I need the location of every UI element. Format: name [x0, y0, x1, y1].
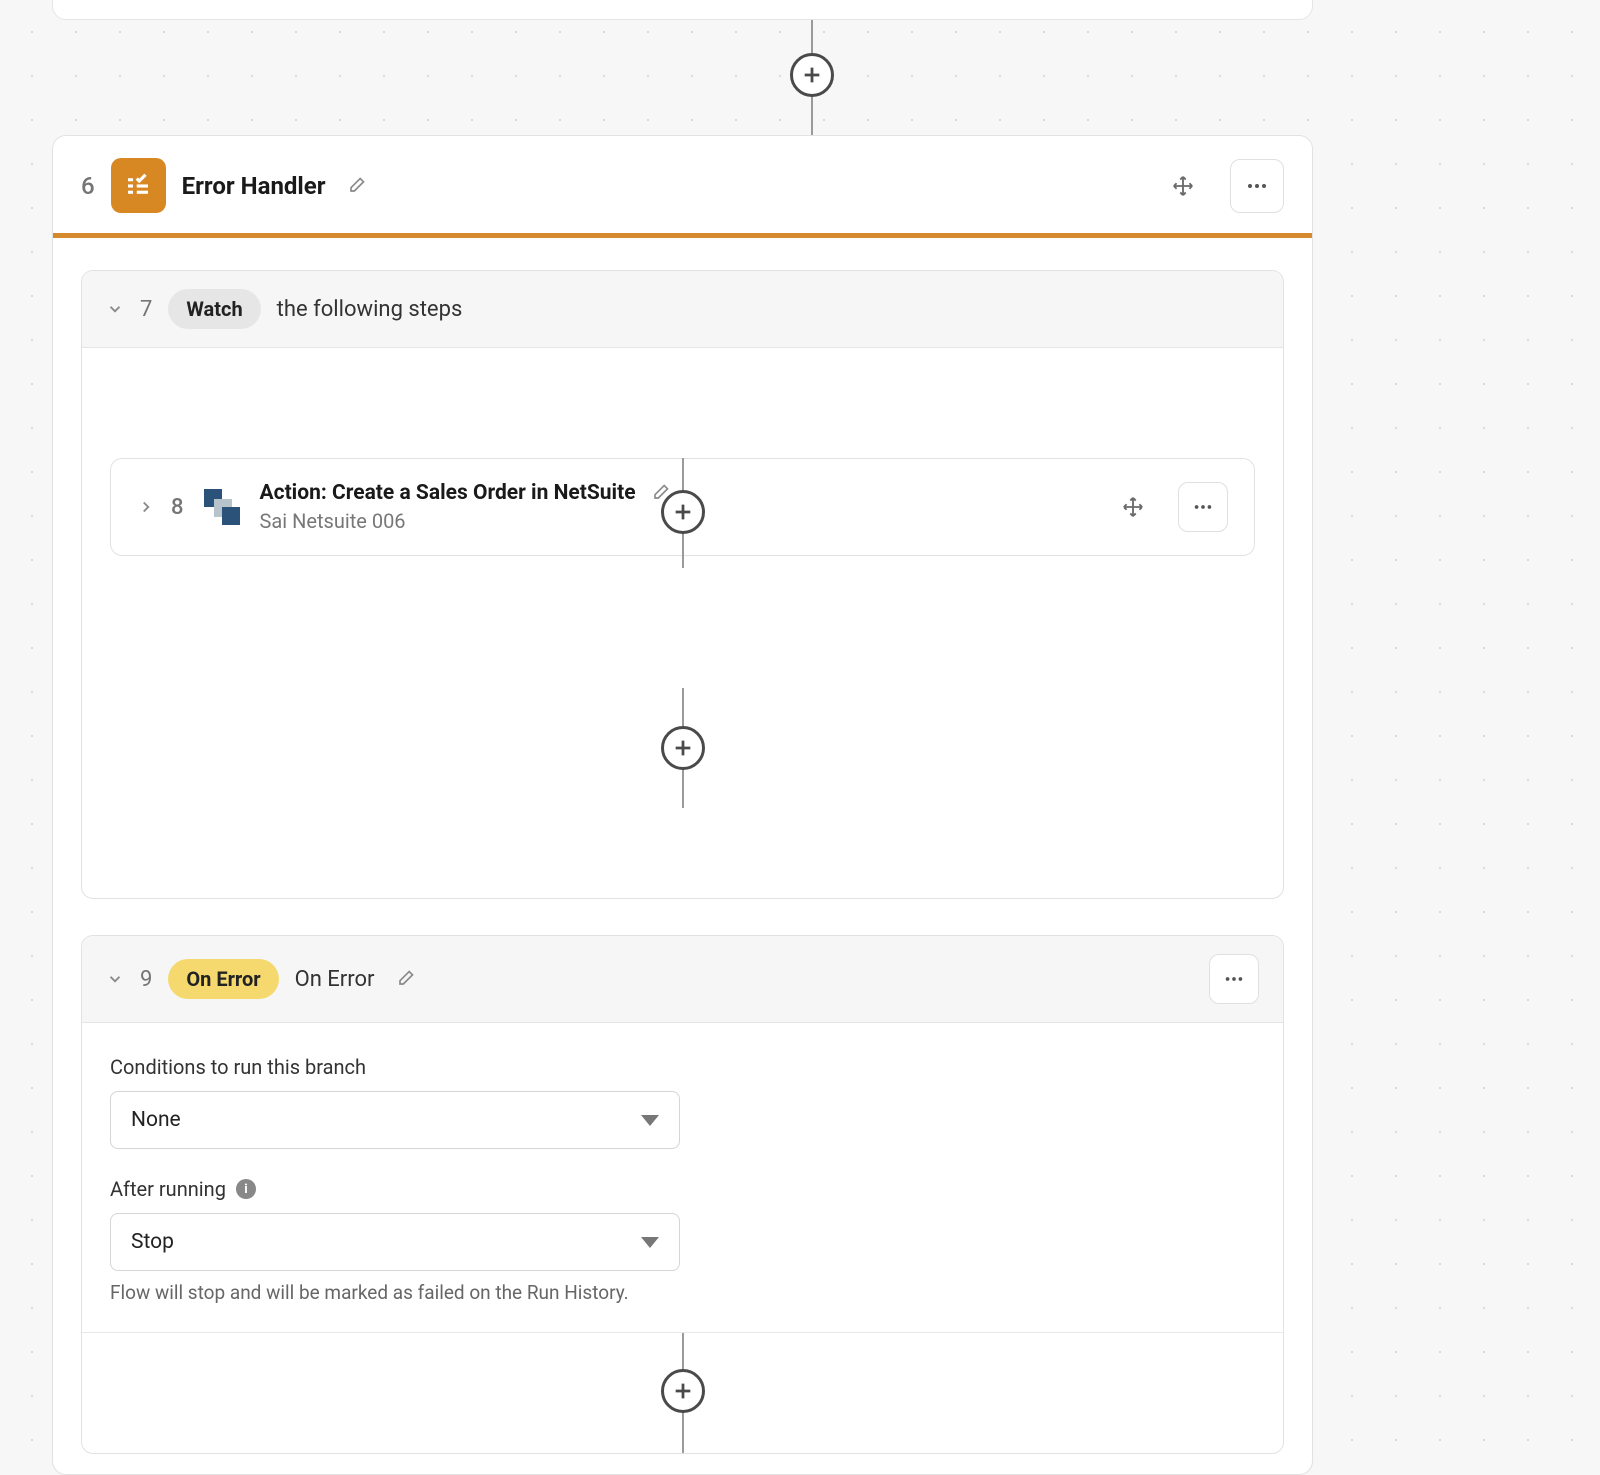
- on-error-label: On Error: [295, 967, 375, 992]
- action-title: Action: Create a Sales Order in NetSuite: [260, 481, 636, 505]
- error-handler-icon: [111, 158, 166, 213]
- info-icon[interactable]: i: [236, 1179, 256, 1199]
- step-number: 8: [171, 495, 184, 520]
- watch-block: 7 Watch the following steps 8: [81, 270, 1284, 899]
- dots-icon: [1192, 496, 1214, 518]
- add-step-button[interactable]: [661, 490, 705, 534]
- dots-icon: [1223, 968, 1245, 990]
- plus-icon: [672, 737, 694, 759]
- step-number: 9: [140, 967, 152, 992]
- move-icon[interactable]: [1122, 496, 1144, 518]
- more-options-button[interactable]: [1178, 482, 1228, 532]
- after-running-label: After running: [110, 1177, 226, 1201]
- accent-divider: [53, 233, 1312, 238]
- on-error-tail: [82, 1333, 1283, 1453]
- more-options-button[interactable]: [1230, 159, 1284, 213]
- watch-text: the following steps: [277, 297, 463, 322]
- step-error-handler: 6 Error Handler 7 Wat: [52, 135, 1313, 1475]
- plus-icon: [672, 501, 694, 523]
- on-error-header: 9 On Error On Error: [82, 936, 1283, 1023]
- plus-icon: [801, 64, 823, 86]
- after-running-select[interactable]: Stop: [110, 1213, 680, 1271]
- netsuite-icon: [200, 485, 244, 529]
- flow-canvas: 6 Error Handler 7 Wat: [0, 0, 1600, 1237]
- chevron-right-icon[interactable]: [137, 498, 155, 516]
- move-icon[interactable]: [1172, 175, 1194, 197]
- watch-pill: Watch: [168, 289, 260, 329]
- add-step-button[interactable]: [661, 726, 705, 770]
- edit-icon[interactable]: [346, 176, 366, 196]
- plus-icon: [672, 1380, 694, 1402]
- step-header: 6 Error Handler: [53, 136, 1312, 233]
- caret-down-icon: [641, 1237, 659, 1248]
- add-step-button[interactable]: [790, 53, 834, 97]
- caret-down-icon: [641, 1115, 659, 1126]
- on-error-block: 9 On Error On Error Conditions to run th…: [81, 935, 1284, 1454]
- add-step-button[interactable]: [661, 1369, 705, 1413]
- watch-header: 7 Watch the following steps: [82, 271, 1283, 348]
- previous-step-card: [52, 0, 1313, 20]
- more-options-button[interactable]: [1209, 954, 1259, 1004]
- edit-icon[interactable]: [395, 969, 415, 989]
- chevron-down-icon[interactable]: [106, 300, 124, 318]
- step-number: 7: [140, 297, 152, 322]
- action-subtitle: Sai Netsuite 006: [260, 509, 670, 533]
- conditions-select[interactable]: None: [110, 1091, 680, 1149]
- on-error-body: Conditions to run this branch None After…: [82, 1023, 1283, 1333]
- after-running-help: Flow will stop and will be marked as fai…: [110, 1281, 1255, 1304]
- after-running-value: Stop: [131, 1230, 174, 1254]
- chevron-down-icon[interactable]: [106, 970, 124, 988]
- on-error-pill: On Error: [168, 959, 278, 999]
- step-title: Error Handler: [182, 172, 326, 200]
- conditions-label: Conditions to run this branch: [110, 1055, 1255, 1079]
- dots-icon: [1245, 174, 1269, 198]
- step-number: 6: [81, 172, 95, 200]
- conditions-value: None: [131, 1108, 181, 1132]
- watch-body: 8 Action: Create a Sales Order in NetSui…: [82, 458, 1283, 898]
